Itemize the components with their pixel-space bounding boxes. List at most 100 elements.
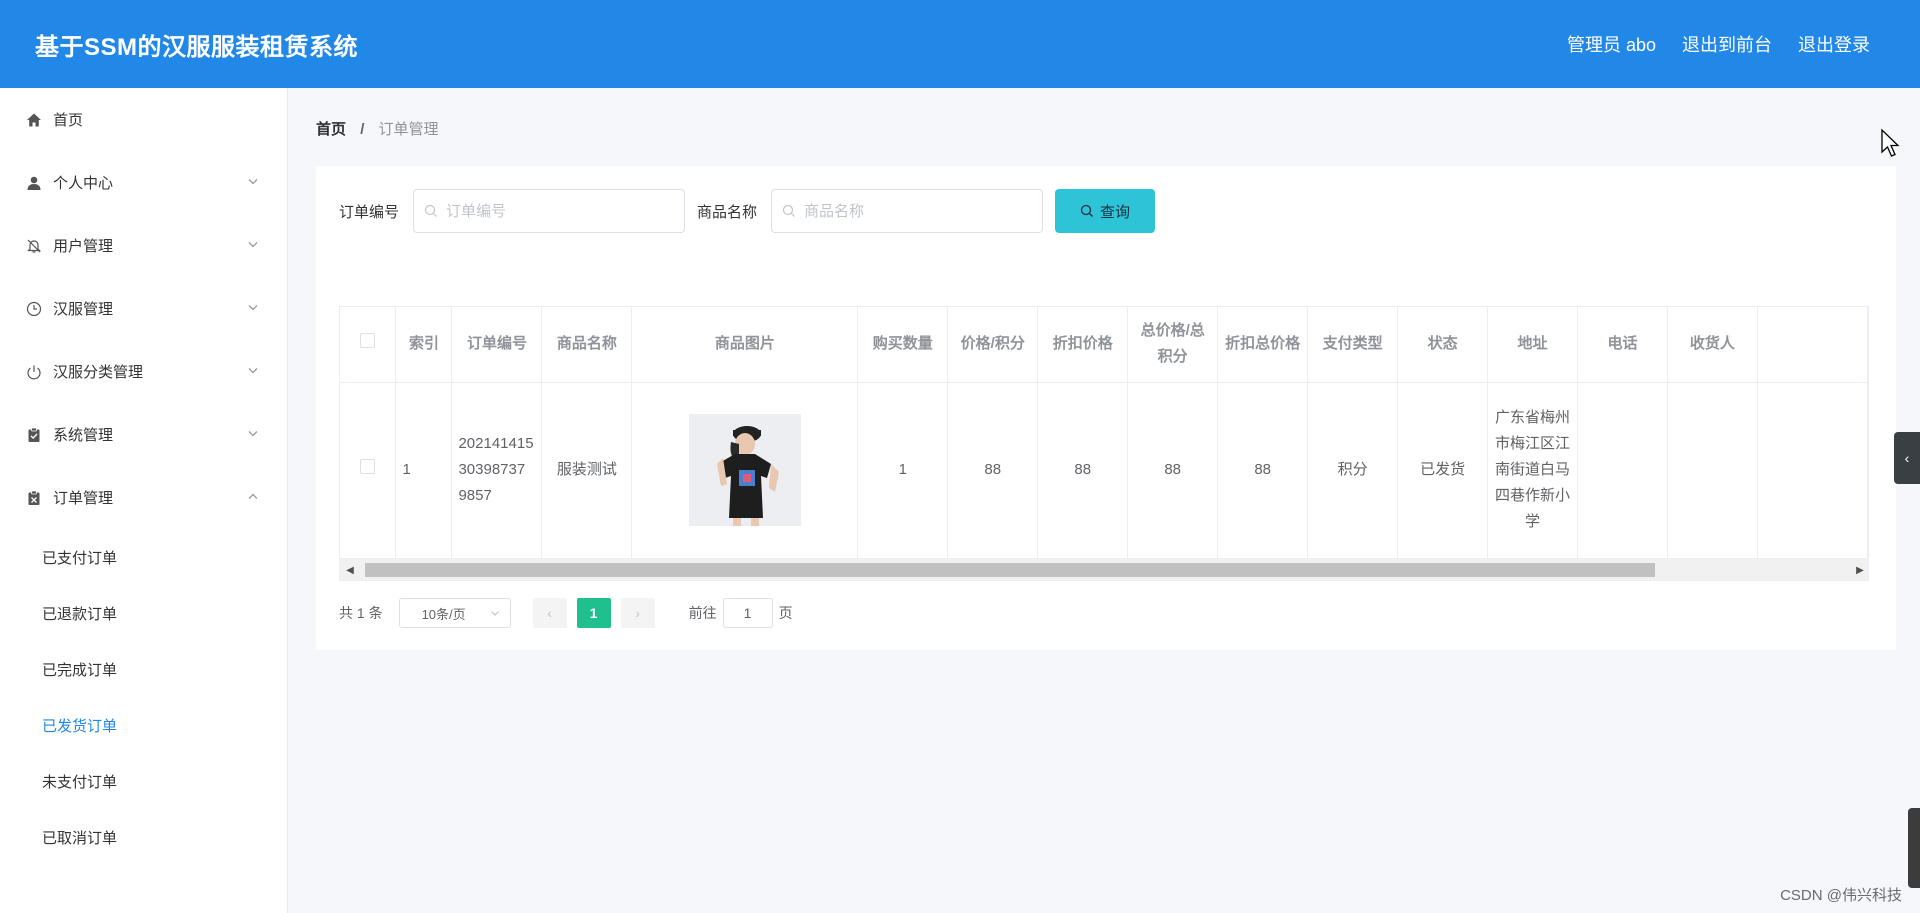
sidebar-sub-paid-orders[interactable]: 已支付订单 (0, 529, 287, 585)
select-all-cell (340, 307, 397, 383)
total-count: 共 1 条 (339, 605, 383, 621)
row-select-cell (340, 382, 397, 559)
sidebar-item-home[interactable]: 首页 (0, 88, 287, 151)
col-header: 收货人 (1667, 307, 1758, 383)
sidebar-item-label: 个人中心 (53, 175, 114, 192)
page-unit-label: 页 (778, 605, 793, 621)
col-header: 商品名称 (541, 307, 633, 383)
power-icon (25, 363, 43, 381)
goods-name-input[interactable] (804, 202, 1025, 220)
col-header: 价格/积分 (947, 307, 1039, 383)
sidebar-item-label: 系统管理 (53, 427, 114, 444)
breadcrumb-home[interactable]: 首页 (316, 121, 346, 138)
sidebar-item-users[interactable]: 用户管理 (0, 214, 287, 277)
row-checkbox[interactable] (360, 459, 376, 474)
clipboard-check-icon (25, 426, 43, 444)
sidebar-sub-cancelled-orders[interactable]: 已取消订单 (0, 809, 287, 865)
cell-discount-total: 88 (1217, 382, 1309, 559)
query-button-label: 查询 (1100, 203, 1131, 221)
header-actions: 管理员 abo 退出到前台 退出登录 (1567, 31, 1870, 57)
horizontal-scrollbar[interactable]: ◀ ▶ (340, 558, 1868, 580)
exit-to-front-link[interactable]: 退出到前台 (1682, 31, 1772, 57)
cell-order-no: 20214141530398737 9857 (451, 382, 543, 559)
col-header: 购买数量 (857, 307, 949, 383)
page-number-current[interactable]: 1 (576, 598, 611, 628)
sidebar-item-label: 汉服分类管理 (53, 364, 144, 381)
select-all-checkbox[interactable] (360, 333, 376, 349)
chevron-down-icon (247, 174, 259, 191)
sidebar-sub-shipped-orders[interactable]: 已发货订单 (0, 697, 287, 753)
bell-off-icon (25, 237, 43, 255)
order-no-field[interactable] (413, 189, 686, 233)
page-size-value: 10条/页 (421, 606, 466, 622)
clock-icon (25, 300, 43, 318)
col-header: 地址 (1487, 307, 1578, 383)
chevron-down-icon (247, 237, 259, 254)
logout-link[interactable]: 退出登录 (1798, 31, 1870, 57)
col-header: 支付类型 (1307, 307, 1399, 383)
col-header: 索引 (395, 307, 453, 383)
col-header: 状态 (1397, 307, 1489, 383)
order-table-wrapper: 索引 订单编号 商品名称 商品图片 购买数量 价格/积分 折扣价格 总价格/总积… (339, 306, 1869, 581)
cell-goods-name: 服装测试 (541, 382, 633, 559)
scrollbar-thumb[interactable] (365, 563, 1655, 577)
breadcrumb-separator: / (360, 121, 365, 138)
col-header: 折扣总价格 (1217, 307, 1309, 383)
sidebar-item-label: 用户管理 (53, 238, 114, 255)
search-icon (782, 204, 795, 217)
breadcrumb: 首页 / 订单管理 (316, 118, 439, 139)
sidebar: 首页 个人中心 用户管理 汉服管理 汉服分类管理 系统管理 订单管理 已支付订单… (0, 88, 288, 913)
cell-price: 88 (947, 382, 1039, 559)
col-header: 商品图片 (631, 307, 859, 383)
sidebar-item-hanfu-category[interactable]: 汉服分类管理 (0, 340, 287, 403)
cell-goods-image (631, 382, 859, 559)
app-title: 基于SSM的汉服服装租赁系统 (35, 33, 359, 61)
order-list-card: 订单编号 商品名称 查询 (316, 166, 1896, 650)
sidebar-sub-unpaid-orders[interactable]: 未支付订单 (0, 753, 287, 809)
goods-name-label: 商品名称 (697, 203, 758, 221)
page-size-select[interactable]: 10条/页 (398, 598, 511, 628)
search-bar: 订单编号 商品名称 查询 (339, 189, 1156, 233)
order-no-input[interactable] (446, 202, 667, 220)
current-user[interactable]: 管理员 abo (1567, 31, 1656, 57)
cell-discount-price: 88 (1037, 382, 1129, 559)
clipboard-x-icon (25, 489, 43, 507)
main-content: 首页 / 订单管理 订单编号 商品名称 查询 (288, 88, 1920, 913)
scroll-left-icon[interactable]: ◀ (340, 559, 360, 580)
chevron-up-icon (247, 489, 259, 506)
next-page-button[interactable]: › (620, 598, 655, 628)
cell-index: 1 (395, 382, 453, 559)
col-header: 折扣价格 (1037, 307, 1129, 383)
col-header-actions (1757, 307, 1868, 383)
order-no-label: 订单编号 (339, 203, 400, 221)
cell-status: 已发货 (1397, 382, 1489, 559)
sidebar-item-orders[interactable]: 订单管理 (0, 466, 287, 529)
cell-total: 88 (1127, 382, 1219, 559)
order-table: 索引 订单编号 商品名称 商品图片 购买数量 价格/积分 折扣价格 总价格/总积… (340, 307, 1868, 559)
cell-pay-type: 积分 (1307, 382, 1399, 559)
col-header: 总价格/总积分 (1127, 307, 1219, 383)
sidebar-item-label: 汉服管理 (53, 301, 114, 318)
sidebar-sub-refunded-orders[interactable]: 已退款订单 (0, 585, 287, 641)
watermark: CSDN @伟兴科技 (1780, 887, 1902, 904)
query-button[interactable]: 查询 (1055, 189, 1156, 233)
prev-page-button[interactable]: ‹ (532, 598, 567, 628)
sidebar-item-system[interactable]: 系统管理 (0, 403, 287, 466)
cell-phone (1577, 382, 1668, 559)
cell-actions (1757, 382, 1868, 559)
col-header: 电话 (1577, 307, 1668, 383)
goto-page-input[interactable] (722, 598, 773, 628)
top-header: 基于SSM的汉服服装租赁系统 管理员 abo 退出到前台 退出登录 (0, 0, 1920, 88)
sidebar-item-hanfu[interactable]: 汉服管理 (0, 277, 287, 340)
sidebar-item-personal[interactable]: 个人中心 (0, 151, 287, 214)
user-icon (25, 174, 43, 192)
side-widget (1908, 808, 1920, 888)
goto-label: 前往 (688, 605, 717, 621)
breadcrumb-current: 订单管理 (378, 121, 439, 138)
search-icon (1080, 204, 1093, 217)
cell-receiver (1667, 382, 1758, 559)
sidebar-sub-completed-orders[interactable]: 已完成订单 (0, 641, 287, 697)
side-panel-toggle[interactable]: ‹ (1894, 432, 1920, 484)
scroll-right-icon[interactable]: ▶ (1850, 559, 1868, 580)
goods-name-field[interactable] (771, 189, 1044, 233)
